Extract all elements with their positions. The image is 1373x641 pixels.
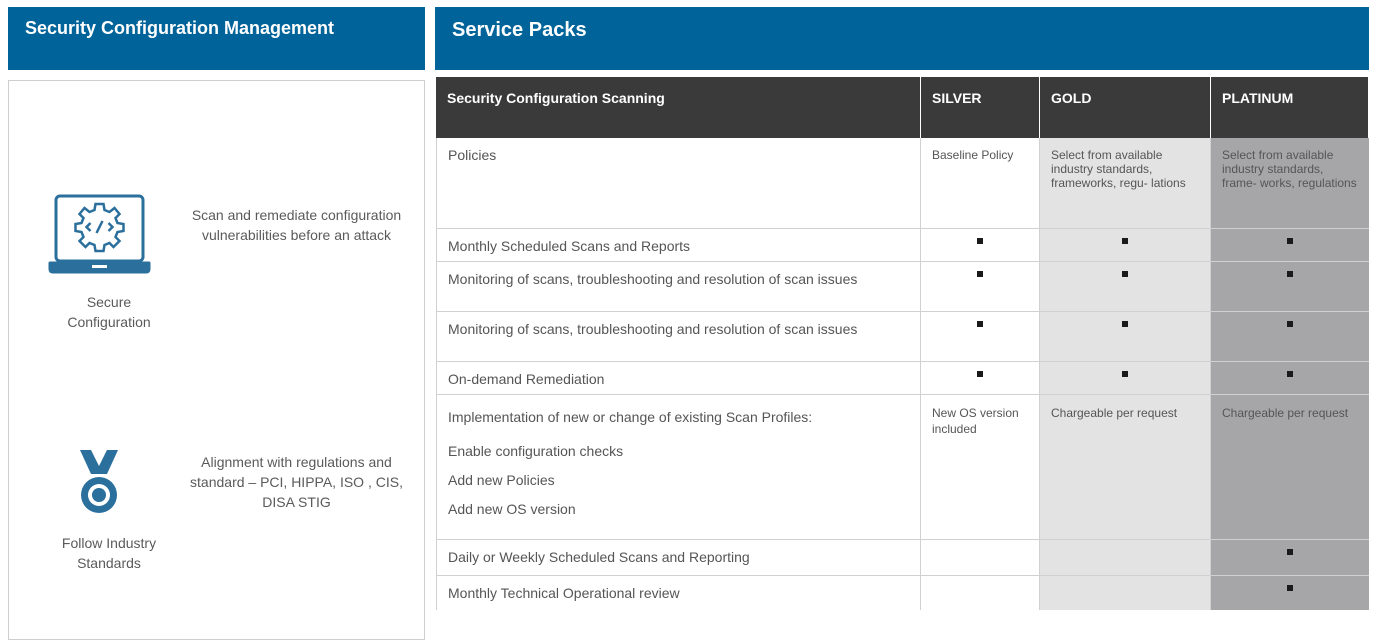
gold-cell — [1040, 312, 1211, 362]
gold-cell — [1040, 229, 1211, 262]
row-feature: Monthly Scheduled Scans and Reports — [436, 229, 921, 262]
check-mark-icon — [1287, 238, 1293, 244]
check-mark-icon — [1287, 371, 1293, 377]
row-feature: Monitoring of scans, troubleshooting and… — [436, 312, 921, 362]
table-header-platinum: PLATINUM — [1211, 77, 1369, 138]
platinum-cell: Chargeable per request — [1211, 395, 1369, 540]
gold-cell: Chargeable per request — [1040, 395, 1211, 540]
row-feature: On-demand Remediation — [436, 362, 921, 395]
platinum-cell — [1211, 262, 1369, 312]
platinum-cell — [1211, 576, 1369, 610]
silver-cell: New OS version included — [921, 395, 1040, 540]
laptop-gear-code-icon — [47, 193, 152, 280]
silver-cell: Baseline Policy — [921, 138, 1040, 229]
check-mark-icon — [1287, 321, 1293, 327]
row-feature: Daily or Weekly Scheduled Scans and Repo… — [436, 540, 921, 576]
gold-cell: Select from available industry standards… — [1040, 138, 1211, 229]
platinum-cell — [1211, 540, 1369, 576]
gold-cell — [1040, 540, 1211, 576]
feature-caption: Follow Industry Standards — [61, 535, 157, 571]
feature-description: Scan and remediate configuration vulnera… — [191, 207, 402, 243]
service-packs-title: Service Packs — [452, 19, 587, 41]
check-mark-icon — [1122, 321, 1128, 327]
right-section-header: Service Packs — [435, 7, 1369, 70]
check-mark-icon — [1122, 271, 1128, 277]
sub-item: Add new Policies — [448, 472, 555, 488]
platinum-cell: Select from available industry standards… — [1211, 138, 1369, 229]
silver-cell — [921, 540, 1040, 576]
features-panel: Secure Configuration Scan and remediate … — [8, 80, 425, 640]
check-mark-icon — [1287, 271, 1293, 277]
platinum-cell — [1211, 362, 1369, 395]
medal-icon — [79, 448, 119, 521]
left-section-title: Security Configuration Management — [25, 18, 335, 38]
row-feature: Policies — [436, 138, 921, 229]
sub-item: Enable configuration checks — [448, 443, 624, 459]
table-header-silver: SILVER — [921, 77, 1040, 138]
gold-cell — [1040, 576, 1211, 610]
platinum-cell — [1211, 229, 1369, 262]
check-mark-icon — [977, 271, 983, 277]
platinum-cell — [1211, 312, 1369, 362]
sub-item: Add new OS version — [448, 501, 576, 517]
silver-cell — [921, 576, 1040, 610]
check-mark-icon — [977, 321, 983, 327]
feature-follow-industry-standards: Follow Industry Standards Alignment with… — [9, 381, 424, 641]
left-section-header: Security Configuration Management — [8, 7, 425, 70]
feature-secure-configuration: Secure Configuration Scan and remediate … — [9, 81, 424, 381]
row-feature: Monthly Technical Operational review — [436, 576, 921, 610]
check-mark-icon — [1122, 371, 1128, 377]
table-header-feature: Security Configuration Scanning — [436, 77, 921, 138]
service-packs-table: Security Configuration Scanning SILVER G… — [436, 77, 1369, 610]
row-feature: Implementation of new or change of exist… — [448, 409, 813, 425]
silver-cell — [921, 312, 1040, 362]
gold-cell — [1040, 262, 1211, 312]
silver-cell — [921, 362, 1040, 395]
check-mark-icon — [1122, 238, 1128, 244]
row-feature-implementation: Implementation of new or change of exist… — [436, 395, 921, 540]
feature-description: Alignment with regulations and standard … — [190, 454, 403, 510]
check-mark-icon — [1287, 585, 1293, 591]
check-mark-icon — [1287, 549, 1293, 555]
silver-cell — [921, 262, 1040, 312]
silver-cell — [921, 229, 1040, 262]
row-feature: Monitoring of scans, troubleshooting and… — [436, 262, 921, 312]
feature-caption: Secure Configuration — [67, 294, 151, 330]
check-mark-icon — [977, 238, 983, 244]
gold-cell — [1040, 362, 1211, 395]
table-header-gold: GOLD — [1040, 77, 1211, 138]
check-mark-icon — [977, 371, 983, 377]
